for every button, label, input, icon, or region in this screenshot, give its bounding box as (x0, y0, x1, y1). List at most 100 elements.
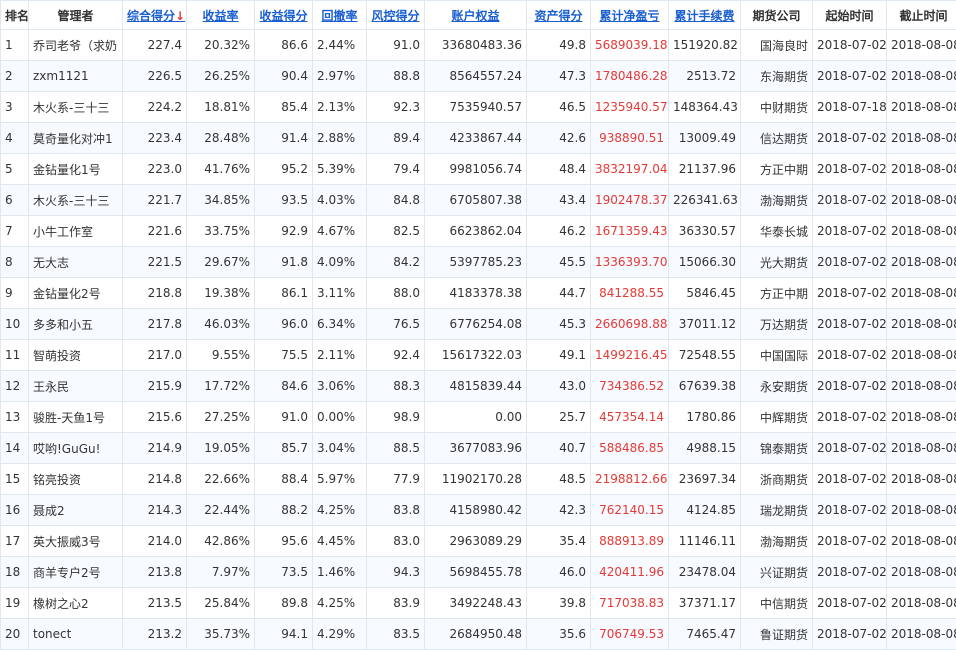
sort-risk-score[interactable]: 风控得分 (367, 1, 425, 30)
manager-link[interactable]: tonect (29, 619, 123, 650)
drawdown-cell: 2.44% (313, 30, 367, 61)
fees-cell: 4988.15 (669, 433, 741, 464)
manager-link[interactable]: 智萌投资 (29, 340, 123, 371)
return-score-cell: 85.7 (255, 433, 313, 464)
net-pnl-cell: 1780486.28 (591, 61, 669, 92)
manager-link[interactable]: 金钻量化1号 (29, 154, 123, 185)
drawdown-cell: 5.39% (313, 154, 367, 185)
net-pnl-cell: 888913.89 (591, 526, 669, 557)
manager-link[interactable]: 铭亮投资 (29, 464, 123, 495)
sort-net-pnl[interactable]: 累计净盈亏 (591, 1, 669, 30)
table-row: 1乔司老爷（求奶227.420.32%86.62.44%91.033680483… (1, 30, 956, 61)
end-date-cell: 2018-08-08 (887, 30, 956, 61)
asset-score-cell: 39.8 (527, 588, 591, 619)
composite-score-cell: 217.8 (123, 309, 187, 340)
return-rate-cell: 33.75% (187, 216, 255, 247)
sort-equity[interactable]: 账户权益 (425, 1, 527, 30)
return-rate-cell: 34.85% (187, 185, 255, 216)
manager-link[interactable]: 莫奇量化对冲1 (29, 123, 123, 154)
sort-drawdown[interactable]: 回撤率 (313, 1, 367, 30)
return-score-cell: 84.6 (255, 371, 313, 402)
manager-link[interactable]: 木火系-三十三 (29, 92, 123, 123)
asset-score-cell: 43.0 (527, 371, 591, 402)
return-rate-cell: 19.05% (187, 433, 255, 464)
header-manager: 管理者 (29, 1, 123, 30)
broker-cell: 信达期货 (741, 123, 813, 154)
start-date-cell: 2018-07-02 (813, 371, 887, 402)
risk-score-cell: 83.0 (367, 526, 425, 557)
risk-score-cell: 77.9 (367, 464, 425, 495)
table-row: 4莫奇量化对冲1223.428.48%91.42.88%89.44233867.… (1, 123, 956, 154)
table-row: 20tonect213.235.73%94.14.29%83.52684950.… (1, 619, 956, 650)
composite-score-cell: 221.7 (123, 185, 187, 216)
equity-cell: 33680483.36 (425, 30, 527, 61)
broker-cell: 兴证期货 (741, 557, 813, 588)
composite-score-cell: 227.4 (123, 30, 187, 61)
fees-cell: 1780.86 (669, 402, 741, 433)
broker-cell: 中财期货 (741, 92, 813, 123)
start-date-cell: 2018-07-02 (813, 619, 887, 650)
manager-link[interactable]: 王永民 (29, 371, 123, 402)
equity-cell: 7535940.57 (425, 92, 527, 123)
manager-link[interactable]: 木火系-三十三 (29, 185, 123, 216)
manager-link[interactable]: 乔司老爷（求奶 (29, 30, 123, 61)
end-date-cell: 2018-08-08 (887, 247, 956, 278)
risk-score-cell: 76.5 (367, 309, 425, 340)
sort-fees[interactable]: 累计手续费 (669, 1, 741, 30)
manager-link[interactable]: 金钻量化2号 (29, 278, 123, 309)
equity-cell: 5397785.23 (425, 247, 527, 278)
end-date-cell: 2018-08-08 (887, 526, 956, 557)
manager-link[interactable]: 小牛工作室 (29, 216, 123, 247)
fees-cell: 23478.04 (669, 557, 741, 588)
end-date-cell: 2018-08-08 (887, 61, 956, 92)
composite-score-cell: 214.3 (123, 495, 187, 526)
end-date-cell: 2018-08-08 (887, 619, 956, 650)
manager-link[interactable]: 无大志 (29, 247, 123, 278)
manager-link[interactable]: 骏胜-天鱼1号 (29, 402, 123, 433)
risk-score-cell: 88.8 (367, 61, 425, 92)
header-broker: 期货公司 (741, 1, 813, 30)
manager-link[interactable]: zxm1121 (29, 61, 123, 92)
net-pnl-cell: 3832197.04 (591, 154, 669, 185)
rank-cell: 14 (1, 433, 29, 464)
end-date-cell: 2018-08-08 (887, 464, 956, 495)
manager-link[interactable]: 多多和小五 (29, 309, 123, 340)
header-end-date: 截止时间 (887, 1, 956, 30)
fees-cell: 2513.72 (669, 61, 741, 92)
sort-return-score[interactable]: 收益得分 (255, 1, 313, 30)
drawdown-cell: 4.25% (313, 495, 367, 526)
manager-link[interactable]: 橡树之心2 (29, 588, 123, 619)
broker-cell: 锦泰期货 (741, 433, 813, 464)
manager-link[interactable]: 商羊专户2号 (29, 557, 123, 588)
fees-cell: 37011.12 (669, 309, 741, 340)
equity-cell: 2684950.48 (425, 619, 527, 650)
risk-score-cell: 84.8 (367, 185, 425, 216)
drawdown-cell: 2.13% (313, 92, 367, 123)
start-date-cell: 2018-07-02 (813, 402, 887, 433)
return-rate-cell: 29.67% (187, 247, 255, 278)
sort-return-rate[interactable]: 收益率 (187, 1, 255, 30)
manager-link[interactable]: 哎哟!GuGu! (29, 433, 123, 464)
composite-score-cell: 218.8 (123, 278, 187, 309)
end-date-cell: 2018-08-08 (887, 123, 956, 154)
return-rate-cell: 42.86% (187, 526, 255, 557)
header-start-date: 起始时间 (813, 1, 887, 30)
broker-cell: 方正中期 (741, 154, 813, 185)
manager-link[interactable]: 聂成2 (29, 495, 123, 526)
asset-score-cell: 46.5 (527, 92, 591, 123)
fees-cell: 151920.82 (669, 30, 741, 61)
fees-cell: 148364.43 (669, 92, 741, 123)
risk-score-cell: 88.3 (367, 371, 425, 402)
return-rate-cell: 18.81% (187, 92, 255, 123)
rank-cell: 12 (1, 371, 29, 402)
return-rate-cell: 25.84% (187, 588, 255, 619)
sort-composite-score[interactable]: 综合得分↓ (123, 1, 187, 30)
drawdown-cell: 3.04% (313, 433, 367, 464)
end-date-cell: 2018-08-08 (887, 185, 956, 216)
manager-link[interactable]: 英大振威3号 (29, 526, 123, 557)
rank-cell: 18 (1, 557, 29, 588)
asset-score-cell: 25.7 (527, 402, 591, 433)
asset-score-cell: 44.7 (527, 278, 591, 309)
sort-asset-score[interactable]: 资产得分 (527, 1, 591, 30)
table-row: 16聂成2214.322.44%88.24.25%83.84158980.424… (1, 495, 956, 526)
